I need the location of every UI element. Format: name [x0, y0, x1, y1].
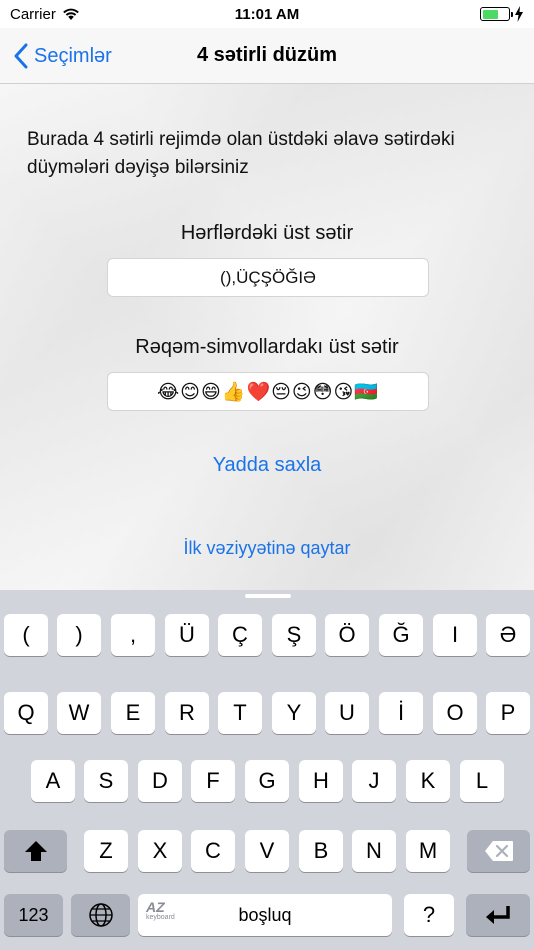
key[interactable]: V — [245, 830, 289, 872]
status-right — [480, 6, 524, 22]
globe-key[interactable] — [71, 894, 130, 936]
shift-arrow-icon — [24, 841, 47, 861]
key[interactable]: T — [218, 692, 262, 734]
key[interactable]: O — [433, 692, 477, 734]
key[interactable]: W — [57, 692, 101, 734]
symbols-row-label: Rəqəm-simvollardakı üst sətir — [135, 336, 399, 358]
keyboard: ( ) , Ü Ç Ş Ö Ğ I Ə Q W E R T Y U İ O P … — [0, 590, 534, 950]
return-arrow-icon — [486, 906, 510, 924]
battery-icon — [480, 7, 513, 21]
backspace-key[interactable] — [467, 830, 530, 872]
key[interactable]: N — [352, 830, 396, 872]
settings-content: Burada 4 sətirli rejimdə olan üstdəki əl… — [0, 84, 534, 590]
keyboard-drag-handle[interactable] — [245, 594, 291, 598]
key[interactable]: Y — [272, 692, 316, 734]
key[interactable]: ) — [57, 614, 101, 656]
navigation-bar: Seçimlər 4 sətirli düzüm — [0, 28, 534, 84]
key[interactable]: Z — [84, 830, 128, 872]
key[interactable]: X — [138, 830, 182, 872]
key[interactable]: L — [460, 760, 504, 802]
key[interactable]: E — [111, 692, 155, 734]
numbers-key[interactable]: 123 — [4, 894, 63, 936]
key[interactable]: K — [406, 760, 450, 802]
az-keyboard-logo: AZ keyboard — [146, 900, 175, 921]
status-bar: Carrier 11:01 AM — [0, 0, 534, 28]
save-button[interactable]: Yadda saxla — [0, 454, 534, 477]
description-text: Burada 4 sətirli rejimdə olan üstdəki əl… — [27, 129, 455, 178]
key[interactable]: Ö — [325, 614, 369, 656]
status-left: Carrier — [10, 6, 80, 23]
page-title: 4 sətirli düzüm — [196, 44, 338, 66]
key[interactable]: U — [325, 692, 369, 734]
az-logo-text: AZ — [146, 899, 165, 915]
key[interactable]: C — [191, 830, 235, 872]
backspace-icon — [484, 841, 513, 861]
key[interactable]: P — [486, 692, 530, 734]
az-logo-subtext: keyboard — [146, 914, 175, 921]
key[interactable]: Ə — [486, 614, 530, 656]
key[interactable]: S — [84, 760, 128, 802]
key[interactable]: F — [191, 760, 235, 802]
shift-key[interactable] — [4, 830, 67, 872]
key[interactable]: A — [31, 760, 75, 802]
battery-level — [482, 9, 498, 19]
key[interactable]: D — [138, 760, 182, 802]
carrier-label: Carrier — [10, 5, 56, 23]
key[interactable]: İ — [379, 692, 423, 734]
symbols-row-input[interactable]: 😂😊😄👍❤️😔😉😳😘🇦🇿 — [107, 372, 429, 411]
space-key-label: boşluq — [238, 904, 292, 925]
key[interactable]: J — [352, 760, 396, 802]
wifi-icon — [63, 8, 79, 20]
question-key[interactable]: ? — [404, 894, 454, 936]
key[interactable]: I — [433, 614, 477, 656]
key[interactable]: G — [245, 760, 289, 802]
key[interactable]: M — [406, 830, 450, 872]
key[interactable]: ( — [4, 614, 48, 656]
key[interactable]: Q — [4, 692, 48, 734]
charging-bolt-icon — [515, 6, 523, 22]
letters-row-input[interactable]: (),ÜÇŞÖĞIƏ — [107, 258, 429, 297]
key[interactable]: R — [165, 692, 209, 734]
key[interactable]: H — [299, 760, 343, 802]
globe-icon — [88, 903, 113, 927]
key[interactable]: , — [111, 614, 155, 656]
reset-button[interactable]: İlk vəziyyətinə qaytar — [0, 538, 534, 559]
key[interactable]: Ğ — [379, 614, 423, 656]
key[interactable]: Ü — [165, 614, 209, 656]
space-key[interactable]: AZ keyboard boşluq — [138, 894, 392, 936]
key[interactable]: B — [299, 830, 343, 872]
return-key[interactable] — [466, 894, 530, 936]
key[interactable]: Ç — [218, 614, 262, 656]
status-time: 11:01 AM — [234, 5, 300, 23]
letters-row-label: Hərflərdəki üst sətir — [180, 222, 354, 244]
key[interactable]: Ş — [272, 614, 316, 656]
